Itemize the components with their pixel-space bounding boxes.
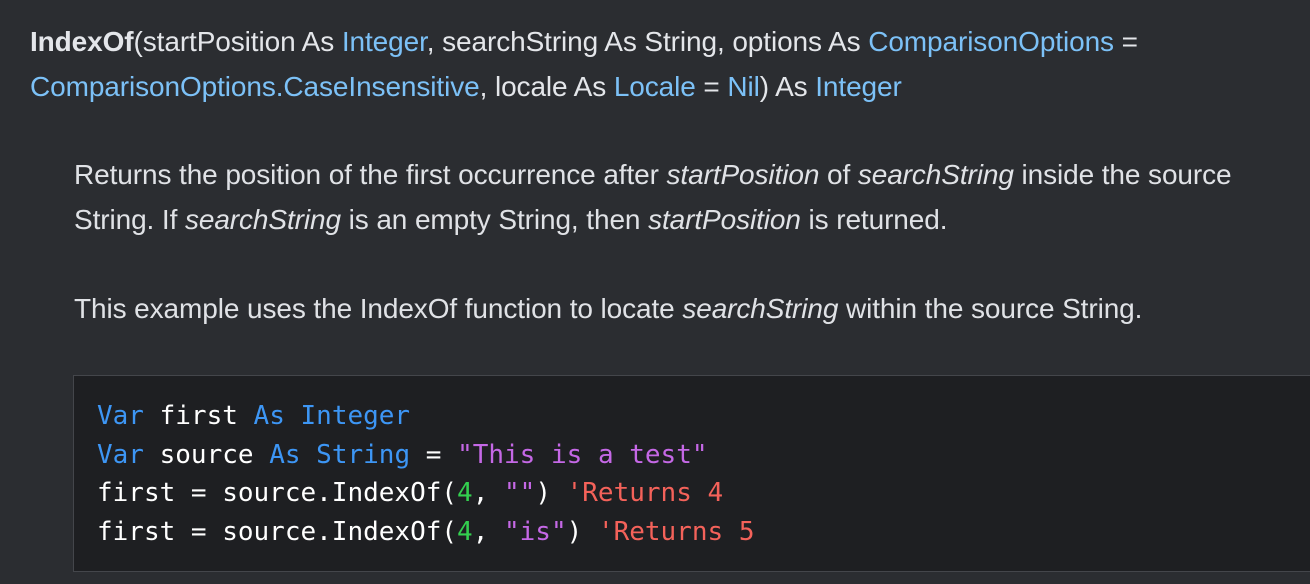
code-text: first = source.IndexOf( [97,516,458,547]
param-name: searchString [682,293,839,324]
code-text: first = source.IndexOf( [97,478,458,508]
method-name: IndexOf [30,26,134,57]
code-text: ) [566,516,598,547]
nil-link[interactable]: Nil [727,71,759,102]
signature-text: = [1113,26,1138,57]
intro-text: within the source String. [838,293,1143,324]
code-listing: Var first As Integer Var source As String… [97,397,754,551]
code-line: Var source As String = "This is a test" [97,436,754,475]
param-name: startPosition [648,204,801,235]
param-name: searchString [184,204,341,235]
code-text: = [410,439,458,470]
code-string: "" [504,478,536,508]
code-example-block[interactable]: Var first As Integer Var source As String… [73,375,1310,572]
code-text: first [143,401,254,431]
code-type: String [316,439,411,470]
method-description: Returns the position of the first occurr… [74,152,1294,242]
code-string: "is" [504,516,567,547]
signature-text: (startPosition As [133,26,342,57]
code-line: first = source.IndexOf(4, "is") 'Returns… [97,513,754,552]
case-insensitive-link[interactable]: ComparisonOptions.CaseInsensitive [30,71,480,102]
code-keyword: Var [97,401,144,431]
code-number: 4 [457,516,473,547]
code-text: , [472,478,504,508]
description-text: of [819,159,858,190]
comparison-options-link[interactable]: ComparisonOptions [868,26,1114,57]
code-line: first = source.IndexOf(4, "") 'Returns 4 [97,474,754,513]
example-intro: This example uses the IndexOf function t… [74,286,1294,331]
signature-text: , locale As [479,71,614,102]
code-type: Integer [300,401,411,431]
code-number: 4 [457,478,473,508]
code-text: ) [535,478,567,508]
signature-text: ) As [759,71,816,102]
code-comment: 'Returns 5 [597,516,755,547]
code-line: Var first As Integer [97,397,754,436]
method-signature: IndexOf(startPosition As Integer, search… [30,19,1290,109]
description-text: Returns the position of the first occurr… [74,159,667,190]
integer-type-link[interactable]: Integer [342,26,427,57]
signature-text: = [695,71,728,102]
intro-text: This example uses the IndexOf function t… [74,293,683,324]
code-comment: 'Returns 4 [566,478,724,508]
description-text: is an empty String, then [340,204,649,235]
signature-text: , searchString As String, options As [426,26,869,57]
code-keyword: As [253,401,285,431]
code-text: source [143,439,270,470]
code-keyword: Var [97,439,144,470]
code-string: "This is a test" [457,439,708,470]
param-name: startPosition [666,159,820,190]
locale-type-link[interactable]: Locale [614,71,696,102]
integer-return-type-link[interactable]: Integer [815,71,902,102]
code-text: , [472,516,504,547]
description-text: is returned. [800,204,948,235]
code-keyword: As [269,439,301,470]
param-name: searchString [857,159,1014,190]
